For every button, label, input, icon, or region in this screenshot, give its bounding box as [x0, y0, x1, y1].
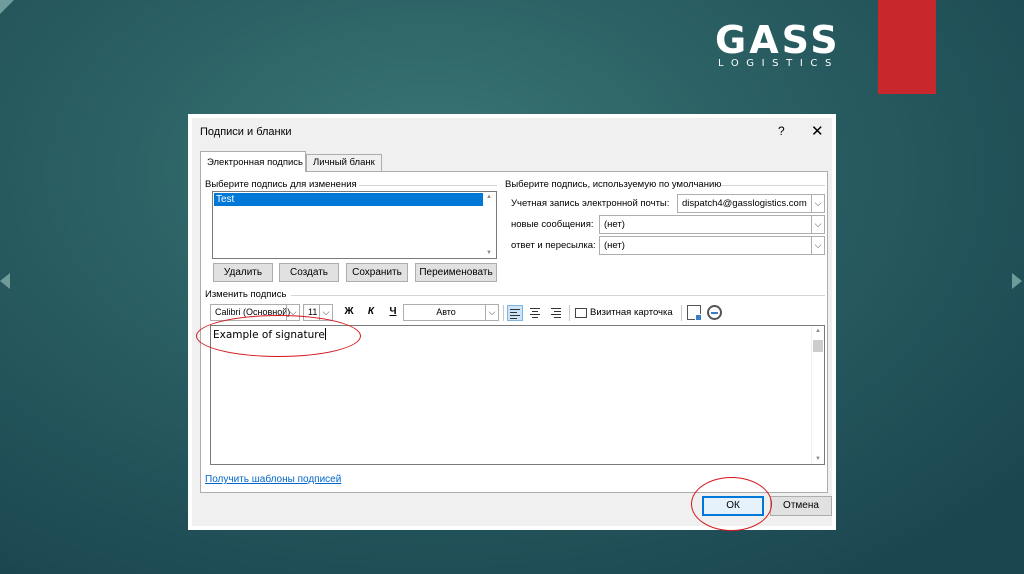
- insert-hyperlink-icon[interactable]: [707, 305, 722, 320]
- editor-scrollbar[interactable]: ▲ ▼: [811, 326, 824, 464]
- align-right-icon[interactable]: [547, 305, 563, 321]
- default-signature-label: Выберите подпись, используемую по умолча…: [505, 179, 722, 190]
- annotation-ellipse-signature: [196, 315, 361, 357]
- create-button[interactable]: Создать: [279, 263, 339, 282]
- italic-button[interactable]: К: [363, 304, 379, 321]
- annotation-ellipse-ok: [691, 477, 772, 531]
- underline-button[interactable]: Ч: [385, 304, 401, 321]
- cancel-button[interactable]: Отмена: [770, 496, 832, 516]
- rename-button[interactable]: Переименовать: [415, 263, 497, 282]
- select-signature-label: Выберите подпись для изменения: [205, 179, 357, 190]
- corner-triangle-decoration: [0, 0, 14, 14]
- brand-tagline: LOGISTICS: [718, 58, 839, 69]
- list-item[interactable]: Test: [214, 193, 484, 206]
- list-scrollbar[interactable]: ▲ ▼: [483, 192, 496, 258]
- tab-email-signature[interactable]: Электронная подпись: [200, 151, 306, 172]
- get-templates-link[interactable]: Получить шаблоны подписей: [205, 474, 341, 485]
- reply-forward-select[interactable]: (нет) ⌵: [599, 236, 825, 255]
- tab-personal-stationery[interactable]: Личный бланк: [306, 154, 382, 171]
- delete-button[interactable]: Удалить: [213, 263, 273, 282]
- align-left-icon[interactable]: [507, 305, 523, 321]
- chevron-down-icon[interactable]: ⌵: [485, 305, 498, 320]
- dialog-title: Подписи и бланки: [200, 126, 292, 138]
- insert-picture-icon[interactable]: [687, 305, 702, 321]
- save-button[interactable]: Сохранить: [346, 263, 408, 282]
- signature-list[interactable]: Test ▲ ▼: [212, 191, 497, 259]
- chevron-down-icon[interactable]: ⌵: [811, 195, 824, 212]
- group-divider: [359, 185, 497, 186]
- scrollbar-thumb[interactable]: [813, 340, 823, 352]
- font-color-value: Авто: [436, 307, 456, 317]
- chevron-down-icon[interactable]: ⌵: [811, 237, 824, 254]
- help-button[interactable]: ?: [778, 124, 785, 138]
- next-slide-arrow-icon[interactable]: [1012, 273, 1022, 289]
- reply-forward-label: ответ и пересылка:: [511, 240, 596, 251]
- email-account-value: dispatch4@gasslogistics.com: [682, 198, 807, 209]
- font-size-value: 11: [308, 307, 318, 317]
- business-card-button[interactable]: Визитная карточка: [590, 307, 673, 318]
- edit-signature-label: Изменить подпись: [205, 289, 287, 300]
- bold-button[interactable]: Ж: [341, 304, 357, 321]
- scroll-down-icon[interactable]: ▼: [486, 250, 492, 256]
- font-color-select[interactable]: Авто ⌵: [403, 304, 499, 321]
- toolbar-separator: [503, 305, 504, 321]
- toolbar-separator: [569, 305, 570, 321]
- new-messages-select[interactable]: (нет) ⌵: [599, 215, 825, 234]
- scroll-up-icon[interactable]: ▲: [486, 194, 492, 200]
- scroll-up-icon[interactable]: ▲: [815, 328, 821, 334]
- align-center-icon[interactable]: [527, 305, 543, 321]
- brand-red-block: [878, 0, 936, 94]
- scroll-down-icon[interactable]: ▼: [815, 456, 821, 462]
- group-divider: [291, 295, 825, 296]
- toolbar-separator: [681, 305, 682, 321]
- chevron-down-icon[interactable]: ⌵: [811, 216, 824, 233]
- prev-slide-arrow-icon[interactable]: [0, 273, 10, 289]
- group-divider: [721, 185, 825, 186]
- new-messages-label: новые сообщения:: [511, 219, 594, 230]
- close-button[interactable]: ✕: [811, 122, 824, 140]
- new-messages-value: (нет): [604, 219, 625, 230]
- brand-logo: GASS: [715, 18, 841, 62]
- reply-forward-value: (нет): [604, 240, 625, 251]
- email-account-select[interactable]: dispatch4@gasslogistics.com ⌵: [677, 194, 825, 213]
- email-account-label: Учетная запись электронной почты:: [511, 198, 670, 209]
- business-card-icon: [575, 308, 587, 318]
